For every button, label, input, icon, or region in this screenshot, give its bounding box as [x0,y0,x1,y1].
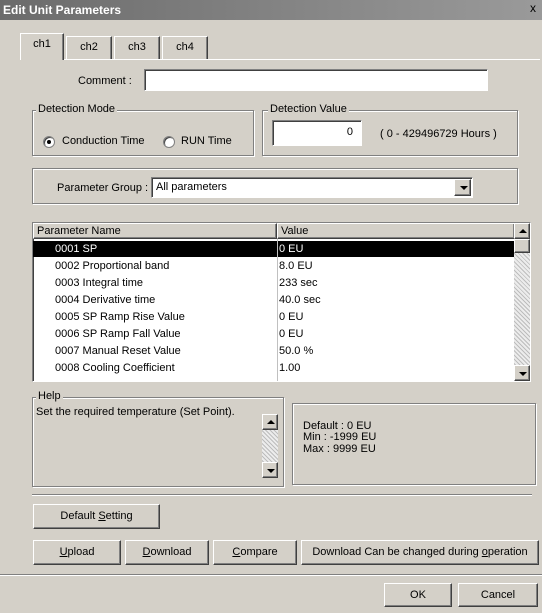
help-scroll-down[interactable] [262,462,278,478]
detection-value-title: Detection Value [268,103,349,115]
arrow-down-icon [519,372,527,376]
arrow-down-icon [267,469,275,473]
button-label: ompare [240,546,278,558]
table-body: 0001 SP 0 EU 0002 Proportional band 8.0 EU… [33,239,515,381]
upload-button[interactable]: Upload [33,540,121,565]
parameter-group-select[interactable]: All parameters [151,177,473,198]
table-scrollbar[interactable] [514,223,530,381]
cell-value: 0 EU [279,311,304,323]
download-during-operation-button[interactable]: Download Can be changed during operation [301,540,539,565]
conduction-time-radio[interactable] [43,136,55,148]
detection-value-text: 0 [346,126,353,138]
cell-name: 0002 Proportional band [55,260,170,272]
tab-ch4[interactable]: ch4 [162,36,208,59]
cancel-button[interactable]: Cancel [458,583,538,607]
comment-input[interactable] [144,69,488,91]
button-label: Default [60,510,99,522]
table-row[interactable]: 0004 Derivative time 40.0 sec [33,292,515,308]
detection-mode-group [32,110,254,156]
window-title: Edit Unit Parameters [3,3,122,17]
tab-ch3[interactable]: ch3 [114,36,160,59]
scroll-thumb[interactable] [514,239,530,253]
max-value-text: Max : 9999 EU [303,443,376,455]
detection-mode-title: Detection Mode [36,103,118,115]
cell-name: 0006 SP Ramp Fall Value [55,328,181,340]
parameter-group-value: All parameters [156,181,227,193]
button-label: Cancel [480,589,516,601]
table-row[interactable]: 0003 Integral time 233 sec [33,275,515,291]
footer-separator [0,574,542,575]
cell-value: 40.0 sec [279,294,321,306]
min-value-text: Min : -1999 EU [303,431,377,443]
cell-value: 50.0 % [279,345,314,357]
radio-dot [47,140,51,144]
run-time-radio[interactable] [163,136,175,148]
default-setting-button[interactable]: Default Setting [33,504,160,529]
cell-name: 0008 Cooling Coefficient [55,362,175,374]
run-time-label[interactable]: RUN Time [181,135,232,147]
ok-button[interactable]: OK [384,583,452,607]
tab-label: ch2 [80,41,98,53]
button-label: Download Can be changed during [312,546,482,558]
button-hotkey: S [98,510,106,522]
column-header-name[interactable]: Parameter Name [33,223,277,239]
cell-value: 0 EU [279,243,304,255]
cell-value: 1.00 [279,362,301,374]
button-label: peration [487,546,528,558]
detection-value-input[interactable]: 0 [272,120,362,146]
button-label: OK [410,589,426,601]
arrow-up-icon [267,420,275,424]
cell-name: 0001 SP [55,243,98,255]
column-header-value[interactable]: Value [277,223,515,239]
table-row[interactable]: 0001 SP 0 EU [33,241,515,257]
close-icon[interactable]: x [526,2,540,16]
table-row[interactable]: 0007 Manual Reset Value 50.0 % [33,343,515,359]
table-row[interactable]: 0005 SP Ramp Rise Value 0 EU [33,309,515,325]
cell-value: 8.0 EU [279,260,313,272]
tab-label: ch3 [128,41,146,53]
dropdown-button[interactable] [454,179,471,196]
button-label: etting [105,510,133,522]
tab-label: ch4 [176,41,194,53]
help-scroll-up[interactable] [262,414,278,430]
button-label: ownload [150,546,192,558]
table-row[interactable]: 0006 SP Ramp Fall Value 0 EU [33,326,515,342]
table-row[interactable]: 0008 Cooling Coefficient 1.00 [33,360,515,376]
cell-name: 0004 Derivative time [55,294,156,306]
cell-name: 0005 SP Ramp Rise Value [55,311,185,323]
help-text: Set the required temperature (Set Point)… [36,406,235,418]
cell-value: 0 EU [279,328,304,340]
chevron-down-icon [460,186,468,190]
parameter-group-label: Parameter Group : [57,182,149,194]
button-hotkey: U [59,546,68,558]
cell-name: 0003 Integral time [55,277,144,289]
column-divider [277,239,278,381]
comment-label: Comment : [78,75,132,87]
separator [32,494,532,495]
parameters-table[interactable]: Parameter Name Value 0001 SP 0 EU 0002 Pr… [32,222,531,382]
scroll-up-button[interactable] [514,223,530,239]
tab-label: ch1 [33,38,51,50]
table-row[interactable]: 0002 Proportional band 8.0 EU [33,258,515,274]
button-label: pload [67,546,95,558]
scroll-down-button[interactable] [514,365,530,381]
help-title: Help [36,390,63,402]
cell-value: 233 sec [279,277,318,289]
arrow-up-icon [519,229,527,233]
tab-ch1[interactable]: ch1 [20,33,64,60]
conduction-time-label[interactable]: Conduction Time [62,135,145,147]
tab-panel-border [20,59,540,60]
compare-button[interactable]: Compare [213,540,297,565]
cell-name: 0007 Manual Reset Value [55,345,181,357]
title-bar: Edit Unit Parameters [0,0,542,20]
detection-value-range: ( 0 - 429496729 Hours ) [380,128,497,140]
tab-ch2[interactable]: ch2 [66,36,112,59]
download-button[interactable]: Download [125,540,209,565]
help-scrollbar[interactable] [262,414,278,478]
